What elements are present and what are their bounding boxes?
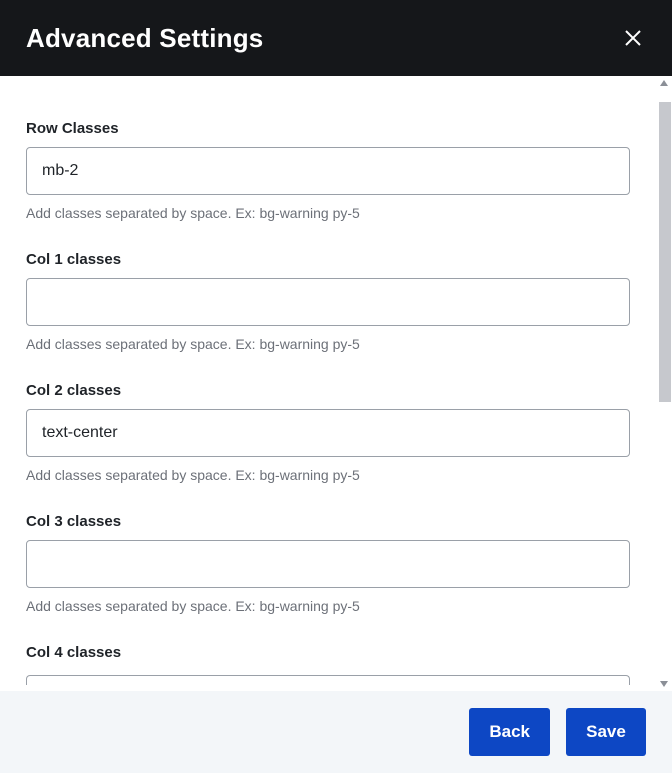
modal-body-wrapper: Row Classes Add classes separated by spa… — [0, 76, 672, 691]
back-button[interactable]: Back — [469, 708, 550, 756]
modal-footer: Back Save — [0, 691, 672, 773]
col3-classes-help: Add classes separated by space. Ex: bg-w… — [26, 598, 630, 614]
col3-classes-field: Col 3 classes Add classes separated by s… — [26, 513, 630, 614]
col2-classes-field: Col 2 classes Add classes separated by s… — [26, 382, 630, 483]
col3-classes-label: Col 3 classes — [26, 513, 630, 530]
modal-header: Advanced Settings — [0, 0, 672, 76]
col3-classes-input[interactable] — [26, 540, 630, 588]
col2-classes-input[interactable] — [26, 409, 630, 457]
advanced-settings-modal: Advanced Settings Row Classes Add classe… — [0, 0, 672, 773]
row-classes-help: Add classes separated by space. Ex: bg-w… — [26, 205, 630, 221]
close-button[interactable] — [620, 25, 646, 51]
col1-classes-input[interactable] — [26, 278, 630, 326]
modal-body: Row Classes Add classes separated by spa… — [0, 76, 656, 691]
row-classes-input[interactable] — [26, 147, 630, 195]
close-icon — [624, 29, 642, 47]
row-classes-label: Row Classes — [26, 120, 630, 137]
col4-classes-label: Col 4 classes — [26, 644, 630, 661]
col1-classes-label: Col 1 classes — [26, 251, 630, 268]
col1-classes-field: Col 1 classes Add classes separated by s… — [26, 251, 630, 352]
col2-classes-label: Col 2 classes — [26, 382, 630, 399]
scroll-down-icon[interactable] — [656, 677, 672, 691]
scroll-up-icon[interactable] — [656, 76, 672, 90]
col1-classes-help: Add classes separated by space. Ex: bg-w… — [26, 336, 630, 352]
save-button[interactable]: Save — [566, 708, 646, 756]
scrollbar[interactable] — [656, 76, 672, 691]
row-classes-field: Row Classes Add classes separated by spa… — [26, 120, 630, 221]
col4-classes-field: Col 4 classes — [26, 644, 630, 689]
scroll-thumb[interactable] — [659, 102, 671, 402]
col4-classes-input[interactable] — [26, 675, 630, 685]
col2-classes-help: Add classes separated by space. Ex: bg-w… — [26, 467, 630, 483]
modal-title: Advanced Settings — [26, 23, 263, 54]
